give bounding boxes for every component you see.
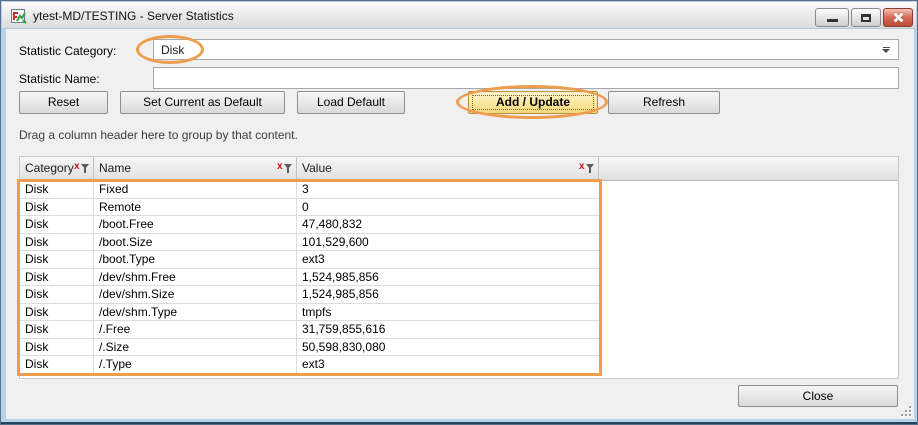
table-row[interactable]: Disk /.Type ext3 bbox=[20, 356, 600, 374]
maximize-button[interactable] bbox=[851, 8, 881, 27]
cell-category[interactable]: Disk bbox=[20, 339, 94, 356]
table-row[interactable]: Disk /boot.Free 47,480,832 bbox=[20, 216, 600, 234]
cell-category[interactable]: Disk bbox=[20, 199, 94, 216]
window-title: ytest-MD/TESTING - Server Statistics bbox=[33, 9, 234, 23]
table-row[interactable]: Disk /dev/shm.Free 1,524,985,856 bbox=[20, 269, 600, 287]
table-row[interactable]: Disk /dev/shm.Type tmpfs bbox=[20, 304, 600, 322]
cell-category[interactable]: Disk bbox=[20, 251, 94, 268]
column-header-empty bbox=[599, 157, 898, 180]
statistic-category-combobox[interactable]: Disk bbox=[153, 39, 899, 60]
cell-category[interactable]: Disk bbox=[20, 304, 94, 321]
maximize-icon bbox=[861, 14, 871, 22]
cell-value[interactable]: ext3 bbox=[297, 356, 600, 373]
statistic-name-label: Statistic Name: bbox=[19, 71, 100, 87]
add-update-button[interactable]: Add / Update bbox=[468, 91, 598, 114]
cell-value[interactable]: 1,524,985,856 bbox=[297, 269, 600, 286]
cell-category[interactable]: Disk bbox=[20, 181, 94, 198]
filter-funnel-icon[interactable]: x bbox=[579, 163, 595, 174]
cell-name[interactable]: Fixed bbox=[94, 181, 297, 198]
table-row[interactable]: Disk /boot.Type ext3 bbox=[20, 251, 600, 269]
table-row[interactable]: Disk /.Free 31,759,855,616 bbox=[20, 321, 600, 339]
cell-value[interactable]: 50,598,830,080 bbox=[297, 339, 600, 356]
close-button[interactable]: Close bbox=[738, 385, 898, 407]
table-row[interactable]: Disk /boot.Size 101,529,600 bbox=[20, 234, 600, 252]
column-header-name[interactable]: Name x bbox=[94, 157, 297, 180]
cell-category[interactable]: Disk bbox=[20, 269, 94, 286]
cell-name[interactable]: /dev/shm.Type bbox=[94, 304, 297, 321]
cell-value[interactable]: 1,524,985,856 bbox=[297, 286, 600, 303]
statistic-category-value: Disk bbox=[161, 42, 184, 58]
cell-value[interactable]: 47,480,832 bbox=[297, 216, 600, 233]
cell-name[interactable]: /dev/shm.Free bbox=[94, 269, 297, 286]
cell-name[interactable]: Remote bbox=[94, 199, 297, 216]
load-default-button[interactable]: Load Default bbox=[297, 91, 405, 114]
cell-category[interactable]: Disk bbox=[20, 216, 94, 233]
refresh-button[interactable]: Refresh bbox=[608, 91, 720, 114]
cell-value[interactable]: 3 bbox=[297, 181, 600, 198]
cell-value[interactable]: 101,529,600 bbox=[297, 234, 600, 251]
window-bottom-edge bbox=[1, 422, 917, 424]
filter-funnel-icon[interactable]: x bbox=[277, 163, 293, 174]
column-header-category[interactable]: Category x bbox=[20, 157, 94, 180]
app-icon bbox=[11, 8, 27, 24]
cell-category[interactable]: Disk bbox=[20, 286, 94, 303]
table-row[interactable]: Disk /.Size 50,598,830,080 bbox=[20, 339, 600, 357]
close-icon bbox=[893, 12, 904, 23]
cell-value[interactable]: 31,759,855,616 bbox=[297, 321, 600, 338]
grid-header: Category x Name x Value x bbox=[19, 156, 899, 181]
cell-category[interactable]: Disk bbox=[20, 321, 94, 338]
cell-name[interactable]: /boot.Size bbox=[94, 234, 297, 251]
cell-name[interactable]: /.Size bbox=[94, 339, 297, 356]
table-row[interactable]: Disk Fixed 3 bbox=[20, 181, 600, 199]
grid-rows: Disk Fixed 3 Disk Remote 0 Disk /boot.Fr… bbox=[19, 181, 899, 379]
reset-button[interactable]: Reset bbox=[19, 91, 108, 114]
chevron-down-icon bbox=[883, 47, 890, 48]
cell-name[interactable]: /.Free bbox=[94, 321, 297, 338]
filter-funnel-icon[interactable]: x bbox=[74, 163, 90, 174]
table-row[interactable]: Disk Remote 0 bbox=[20, 199, 600, 217]
close-window-button[interactable] bbox=[883, 8, 913, 27]
cell-name[interactable]: /.Type bbox=[94, 356, 297, 373]
statistic-name-input[interactable] bbox=[153, 67, 899, 89]
resize-grip-icon[interactable] bbox=[899, 404, 911, 416]
cell-category[interactable]: Disk bbox=[20, 356, 94, 373]
set-current-as-default-button[interactable]: Set Current as Default bbox=[120, 91, 285, 114]
cell-name[interactable]: /boot.Type bbox=[94, 251, 297, 268]
titlebar[interactable]: ytest-MD/TESTING - Server Statistics bbox=[2, 2, 916, 29]
server-statistics-window: ytest-MD/TESTING - Server Statistics Sta… bbox=[0, 0, 918, 425]
cell-value[interactable]: ext3 bbox=[297, 251, 600, 268]
cell-value[interactable]: 0 bbox=[297, 199, 600, 216]
minimize-icon bbox=[827, 19, 838, 22]
table-row[interactable]: Disk /dev/shm.Size 1,524,985,856 bbox=[20, 286, 600, 304]
cell-category[interactable]: Disk bbox=[20, 234, 94, 251]
combobox-dropdown-button[interactable] bbox=[875, 41, 897, 58]
cell-value[interactable]: tmpfs bbox=[297, 304, 600, 321]
statistic-category-label: Statistic Category: bbox=[19, 43, 116, 59]
cell-name[interactable]: /boot.Free bbox=[94, 216, 297, 233]
column-header-value[interactable]: Value x bbox=[297, 157, 599, 180]
minimize-button[interactable] bbox=[815, 8, 849, 27]
cell-name[interactable]: /dev/shm.Size bbox=[94, 286, 297, 303]
group-by-hint: Drag a column header here to group by th… bbox=[19, 128, 298, 142]
